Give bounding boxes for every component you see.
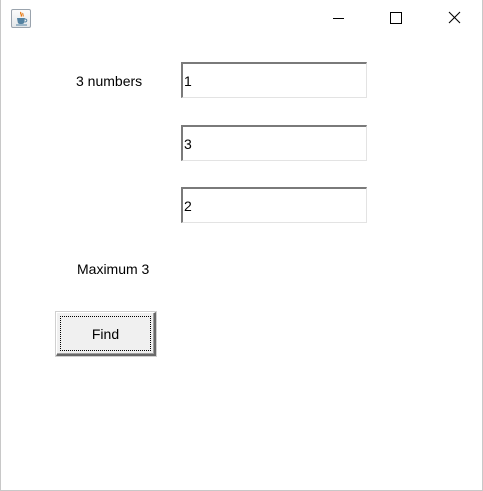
- maximize-button[interactable]: [367, 0, 425, 36]
- result-label: Maximum 3: [77, 261, 150, 277]
- number-input-1[interactable]: [181, 62, 367, 98]
- title-bar[interactable]: [1, 0, 482, 36]
- prompt-label: 3 numbers: [76, 73, 143, 89]
- number-input-2[interactable]: [181, 125, 367, 161]
- find-button-label: Find: [91, 326, 120, 342]
- find-button[interactable]: Find: [56, 312, 156, 356]
- minimize-icon: [333, 18, 344, 19]
- app-window: 3 numbers Maximum 3 Find: [0, 0, 483, 491]
- java-cup-icon[interactable]: [11, 9, 31, 28]
- number-input-3[interactable]: [181, 187, 367, 223]
- minimize-button[interactable]: [310, 0, 368, 36]
- close-icon: [448, 11, 461, 24]
- close-button[interactable]: [425, 0, 483, 36]
- maximize-icon: [390, 12, 402, 24]
